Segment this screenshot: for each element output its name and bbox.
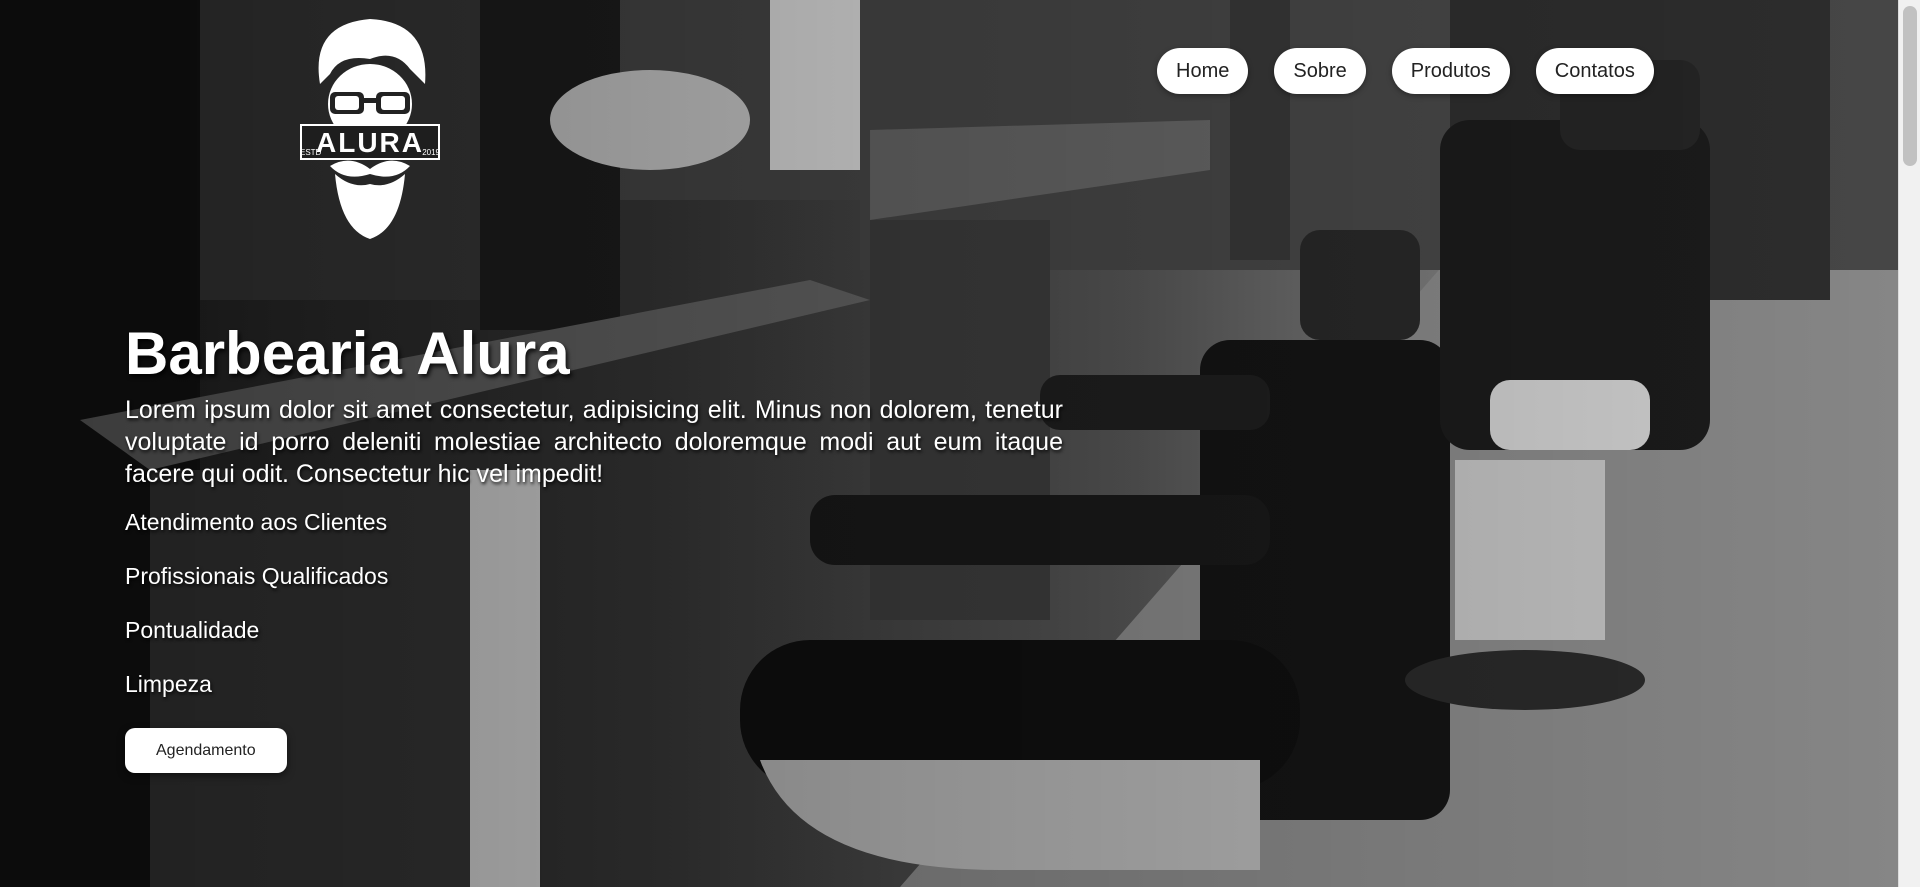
logo-estd-text: ESTD [300,148,322,157]
feature-item: Pontualidade [125,617,260,643]
feature-item: Atendimento aos Clientes [125,509,388,535]
main-navigation: Home Sobre Produtos Contatos [1157,48,1654,94]
feature-item: Profissionais Qualificados [125,563,389,589]
page-title: Barbearia Alura [125,320,570,387]
nav-home-button[interactable]: Home [1157,48,1249,94]
features-list: Atendimento aos Clientes Profissionais Q… [125,508,1063,698]
hero-content: Barbearia Alura Lorem ipsum dolor sit am… [125,318,1063,773]
vertical-scrollbar[interactable] [1898,0,1920,887]
nav-produtos-button[interactable]: Produtos [1391,48,1510,94]
logo-year-text: 2019 [422,148,440,157]
nav-contatos-button[interactable]: Contatos [1535,48,1654,94]
alura-barbershop-logo[interactable]: ALURA ESTD 2019 [300,14,440,244]
nav-sobre-button[interactable]: Sobre [1274,48,1366,94]
hero-description: Lorem ipsum dolor sit amet consectetur, … [125,396,1063,488]
feature-item: Limpeza [125,671,212,697]
agendamento-button[interactable]: Agendamento [125,728,287,773]
scrollbar-thumb[interactable] [1903,6,1917,166]
